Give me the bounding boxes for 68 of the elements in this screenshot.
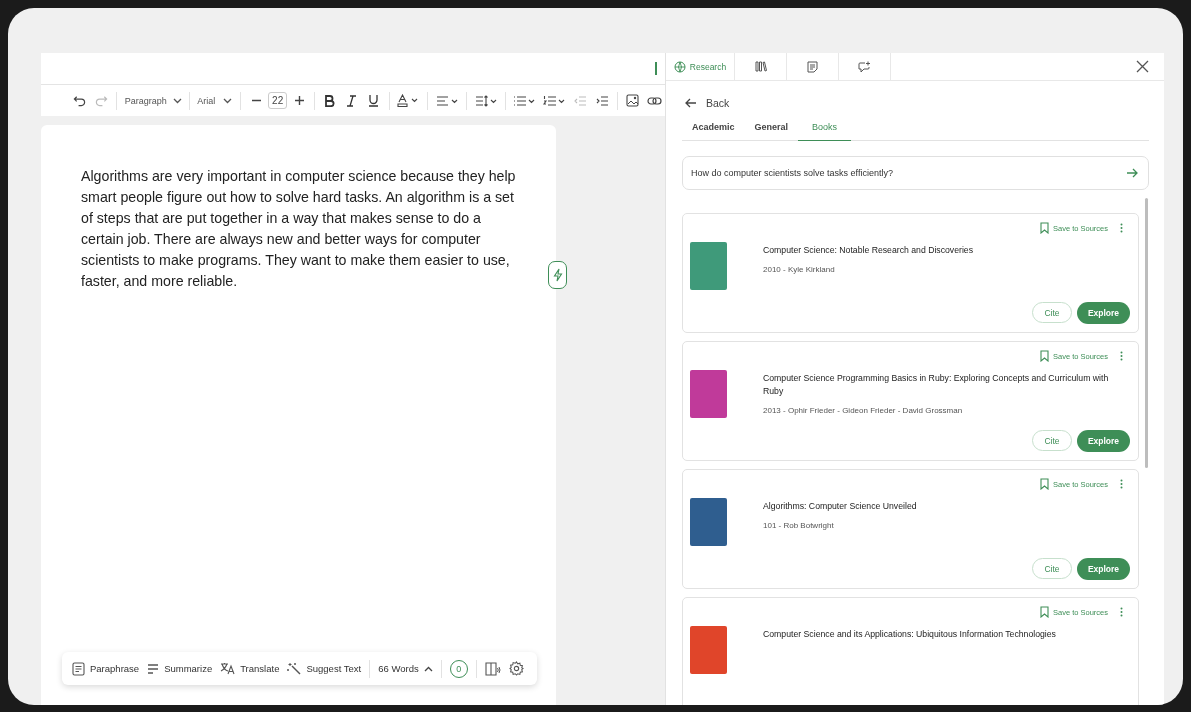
chat-icon [858, 60, 871, 73]
source-tab[interactable]: Academic [682, 122, 745, 141]
books-icon [754, 61, 767, 72]
translate-button[interactable]: Translate [220, 662, 280, 675]
font-dropdown[interactable]: Arial [194, 89, 236, 112]
undo-icon[interactable] [72, 94, 86, 107]
lightning-button[interactable] [548, 261, 567, 289]
search-field[interactable]: How do computer scientists solve tasks efficiently? [682, 156, 1149, 190]
document-icon [72, 661, 85, 676]
source-tab[interactable]: Books [798, 122, 852, 141]
indent-icon[interactable] [595, 94, 609, 107]
align-icon[interactable] [436, 94, 459, 107]
lines-icon [147, 663, 160, 674]
book-title: Computer Science Programming Basics in Ruby: Exploring Concepts and Curriculum with Ruby [763, 372, 1110, 398]
bookmark-icon [1039, 222, 1049, 234]
paragraph-style-dropdown[interactable]: Paragraph [121, 89, 184, 112]
book-title: Algorithms: Computer Science Unveiled [763, 500, 917, 513]
italic-icon[interactable] [346, 94, 358, 107]
bookmark-icon [1039, 606, 1049, 618]
cite-button[interactable]: Cite [1032, 558, 1072, 579]
book-details: 2010 - Kyle Kirkland [763, 265, 836, 274]
book-details: 101 - Rob Botwright [763, 521, 835, 530]
caret-icon [423, 665, 433, 672]
bookmark-icon [1039, 350, 1049, 362]
lightning-icon [552, 268, 563, 282]
word-count-button[interactable]: 66 Words [378, 663, 433, 674]
link-icon[interactable] [647, 95, 663, 106]
magic-wand-icon [287, 662, 302, 675]
explore-button[interactable]: Explore [1077, 302, 1130, 324]
more-options-icon[interactable] [1120, 351, 1123, 361]
arrow-right-icon[interactable] [1126, 168, 1138, 178]
caret-icon [223, 97, 233, 104]
numbered-list-icon[interactable] [543, 94, 566, 107]
suggest-button[interactable]: Suggest Text [287, 662, 362, 675]
book-title: Computer Science: Notable Research and Discoveries [763, 244, 974, 257]
underline-icon[interactable] [368, 94, 380, 107]
more-options-icon[interactable] [1120, 479, 1123, 489]
note-icon [807, 60, 818, 73]
close-icon[interactable] [1135, 60, 1149, 73]
explore-button[interactable]: Explore [1077, 558, 1130, 580]
summarize-button[interactable]: Summarize [147, 663, 213, 674]
more-options-icon[interactable] [1120, 223, 1123, 233]
document-text: Algorithms are very important in computer science because they help smart people figure out how to solve hard tasks. An algorithm is a set of steps that are put together in a way that makes sense to do a certain job. There are always new and better ways for computer scientists to make programs. They want to make them easier to use, faster, and more reliable. [81, 167, 516, 291]
book-details: 2013 - Ophir Frieder - Gideon Frieder - David Grossman [763, 406, 964, 415]
bold-icon[interactable] [324, 94, 336, 107]
arrow-left-icon [685, 97, 697, 108]
bullet-list-icon[interactable] [513, 94, 536, 107]
font-size-field[interactable]: 22 [268, 92, 288, 109]
globe-icon [673, 60, 686, 73]
caret-icon [172, 97, 182, 104]
line-spacing-icon[interactable] [474, 94, 497, 107]
settings-icon[interactable] [508, 661, 524, 676]
explore-button[interactable]: Explore [1077, 430, 1130, 452]
plus-icon[interactable] [293, 95, 305, 106]
text-cursor [655, 62, 657, 75]
source-tab[interactable]: General [744, 122, 799, 141]
more-options-icon[interactable] [1120, 607, 1123, 617]
back-button[interactable]: Back [685, 95, 730, 110]
book-title: Computer Science and its Applications: Ubiquitous Information Technologies [763, 628, 1056, 641]
text-color-icon[interactable] [397, 94, 420, 107]
read-aloud-icon[interactable] [484, 661, 501, 676]
paraphrase-button[interactable]: Paraphrase [72, 661, 140, 676]
cite-button[interactable]: Cite [1032, 430, 1072, 451]
bookmark-icon [1039, 478, 1049, 490]
translate-icon [220, 662, 236, 675]
research-tab[interactable]: Research [666, 53, 735, 80]
cite-button[interactable]: Cite [1032, 302, 1072, 323]
image-icon[interactable] [626, 94, 640, 107]
